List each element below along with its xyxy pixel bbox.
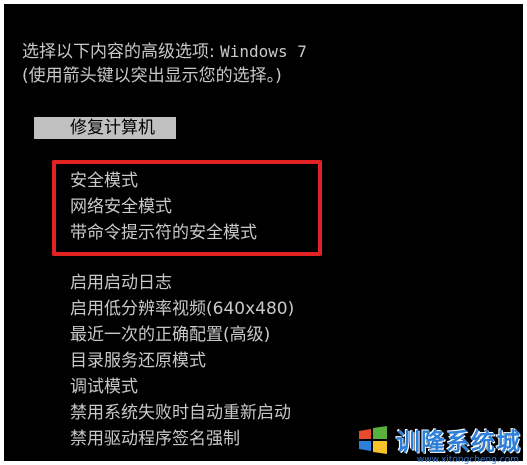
watermark-url: www.xitongcheng.com [416,455,519,465]
os-name: Windows 7 [220,42,307,61]
instruction-prefix: 选择以下内容的高级选项: [22,42,215,62]
option-safe-mode-networking[interactable]: 网络安全模式 [70,196,172,218]
option-debugging-mode[interactable]: 调试模式 [70,376,138,398]
option-safe-mode-command-prompt[interactable]: 带命令提示符的安全模式 [70,222,257,244]
instruction-line-2: (使用箭头键以突出显示您的选择。) [22,66,282,86]
option-directory-services-restore[interactable]: 目录服务还原模式 [70,350,206,372]
watermark-text: 训隆系统城 [396,428,521,456]
option-repair-computer[interactable]: 修复计算机 [34,117,176,139]
instruction-line-1: 选择以下内容的高级选项: Windows 7 [22,40,307,64]
watermark: 训隆系统城 [356,422,521,457]
option-disable-auto-restart[interactable]: 禁用系统失败时自动重新启动 [70,402,291,424]
option-boot-logging[interactable]: 启用启动日志 [70,272,172,294]
instructions: 选择以下内容的高级选项: Windows 7 (使用箭头键以突出显示您的选择。) [22,40,307,88]
option-last-known-good[interactable]: 最近一次的正确配置(高级) [70,324,270,346]
option-safe-mode[interactable]: 安全模式 [70,170,138,192]
option-low-res-video[interactable]: 启用低分辨率视频(640x480) [70,298,294,320]
option-disable-driver-signature[interactable]: 禁用驱动程序签名强制 [70,428,240,450]
windows-logo-icon [359,425,387,454]
boot-options-screen: 选择以下内容的高级选项: Windows 7 (使用箭头键以突出显示您的选择。)… [4,4,523,461]
